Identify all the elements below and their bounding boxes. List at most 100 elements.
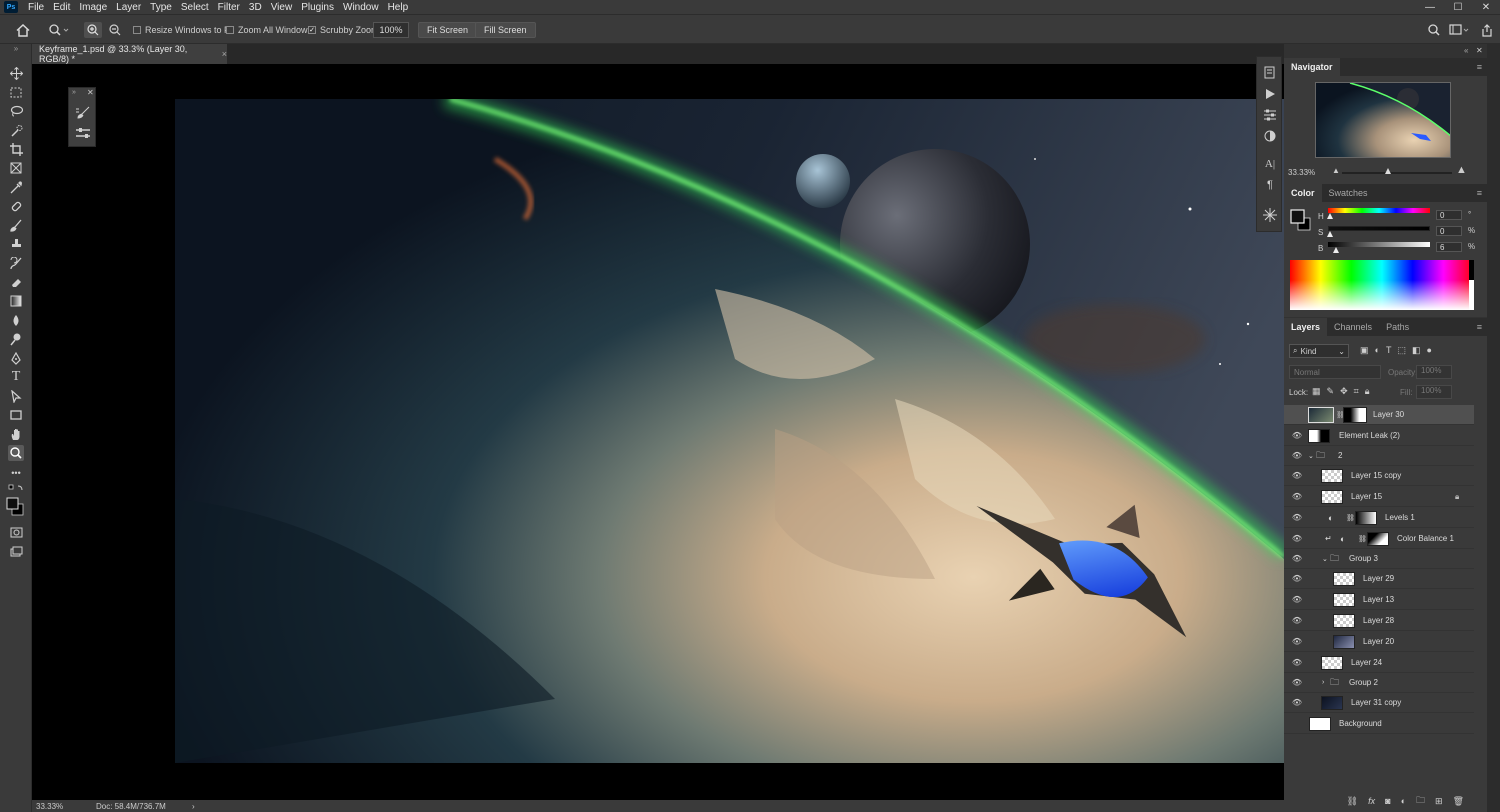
menu-window[interactable]: Window: [343, 2, 379, 13]
collapse-toolbar-icon[interactable]: »: [8, 44, 24, 53]
canvas-area[interactable]: [32, 64, 1284, 800]
filter-type-icon[interactable]: T: [1386, 345, 1392, 356]
lock-all-icon[interactable]: 🔒︎: [1365, 386, 1370, 397]
adjustment-icon[interactable]: ◐: [1401, 796, 1406, 806]
artwork-image[interactable]: [175, 99, 1284, 763]
chevron-right-icon[interactable]: ›: [1322, 679, 1324, 686]
eye-icon[interactable]: 👁︎: [1292, 534, 1302, 544]
eye-icon[interactable]: 👁︎: [1292, 431, 1302, 441]
properties-icon[interactable]: [1262, 107, 1278, 123]
dodge-tool-icon[interactable]: [8, 331, 24, 347]
healing-brush-tool-icon[interactable]: [8, 198, 24, 214]
fill-field[interactable]: 100%: [1416, 385, 1452, 399]
marquee-tool-icon[interactable]: [8, 84, 24, 100]
rectangle-tool-icon[interactable]: [8, 407, 24, 423]
workspace-icon[interactable]: [1448, 22, 1470, 38]
quick-mask-icon[interactable]: [8, 524, 24, 540]
layer-mask-thumbnail[interactable]: [1355, 510, 1377, 525]
layer-row[interactable]: 👁︎ Layer 31 copy: [1284, 693, 1474, 713]
layer-row[interactable]: 👁︎ Layer 15 🔒︎: [1284, 487, 1474, 507]
menu-edit[interactable]: Edit: [53, 2, 70, 13]
quick-selection-tool-icon[interactable]: [8, 122, 24, 138]
eye-icon[interactable]: 👁︎: [1292, 658, 1302, 668]
navigator-menu-icon[interactable]: ≡: [1477, 62, 1482, 72]
layer-row[interactable]: 👁︎ Layer 13: [1284, 590, 1474, 610]
blend-mode-select[interactable]: Normal: [1289, 365, 1381, 379]
move-tool-icon[interactable]: [8, 65, 24, 81]
eye-icon[interactable]: 👁︎: [1292, 513, 1302, 523]
navigator-slider-thumb[interactable]: [1385, 168, 1392, 174]
close-window-button[interactable]: ✕: [1472, 0, 1500, 14]
zoom-all-windows-checkbox[interactable]: Zoom All Windows: [226, 22, 312, 38]
b-value-field[interactable]: 6: [1436, 242, 1462, 252]
layer-name[interactable]: Layer 24: [1351, 658, 1382, 667]
layer-name[interactable]: Layer 29: [1363, 574, 1394, 583]
blur-tool-icon[interactable]: [8, 312, 24, 328]
clone-stamp-tool-icon[interactable]: [8, 236, 24, 252]
eye-icon[interactable]: 👁︎: [1292, 678, 1302, 688]
layer-name[interactable]: Layer 31 copy: [1351, 698, 1401, 707]
close-tab-icon[interactable]: ×: [222, 49, 227, 59]
s-value-field[interactable]: 0: [1436, 226, 1462, 236]
fx-icon[interactable]: fx: [1368, 796, 1375, 806]
eye-icon[interactable]: 👁︎: [1292, 616, 1302, 626]
menu-plugins[interactable]: Plugins: [301, 2, 334, 13]
layer-row[interactable]: 👁︎ ⌄ 🗀 2: [1284, 446, 1474, 466]
pen-tool-icon[interactable]: [8, 350, 24, 366]
hand-tool-icon[interactable]: [8, 426, 24, 442]
adjustments-icon[interactable]: [1262, 128, 1278, 144]
tab-color[interactable]: Color: [1284, 184, 1322, 202]
layer-row[interactable]: 👁︎ Element Leak (2): [1284, 426, 1474, 446]
layer-name[interactable]: Group 2: [1349, 678, 1378, 687]
frame-tool-icon[interactable]: [8, 160, 24, 176]
brightness-slider[interactable]: [1328, 242, 1430, 247]
layer-row[interactable]: 👁︎ ⌄ 🗀 Group 3: [1284, 549, 1474, 569]
type-tool-icon[interactable]: T: [8, 369, 24, 385]
brush-presets-icon[interactable]: [75, 126, 91, 143]
layer-name[interactable]: 2: [1338, 451, 1342, 460]
layer-row[interactable]: 👁︎ Layer 24: [1284, 653, 1474, 673]
layer-row[interactable]: 👁︎ Layer 20: [1284, 632, 1474, 652]
chevron-down-icon[interactable]: ⌄: [1308, 452, 1314, 460]
layer-row[interactable]: 👁︎ Layer 29: [1284, 569, 1474, 589]
menu-help[interactable]: Help: [388, 2, 409, 13]
zoom-percent-field[interactable]: 100%: [373, 22, 409, 38]
minimize-button[interactable]: —: [1416, 0, 1444, 14]
zoom-tool-icon[interactable]: [8, 445, 24, 461]
layer-name[interactable]: Layer 30: [1373, 410, 1404, 419]
close-panel-icon[interactable]: ✕: [87, 88, 94, 97]
color-menu-icon[interactable]: ≡: [1477, 188, 1482, 198]
chevron-down-icon[interactable]: ⌄: [1322, 555, 1328, 563]
layer-name[interactable]: Background: [1339, 719, 1382, 728]
filter-shape-icon[interactable]: ⬚: [1397, 345, 1406, 356]
layers-menu-icon[interactable]: ≡: [1477, 322, 1482, 332]
layer-row[interactable]: 👁︎ › 🗀 Group 2: [1284, 673, 1474, 693]
layer-row[interactable]: 👁︎ ◐ ⛓ Levels 1: [1284, 508, 1474, 528]
saturation-slider[interactable]: [1328, 226, 1430, 231]
resize-windows-checkbox[interactable]: Resize Windows to Fit: [133, 22, 234, 38]
zoom-in-mountain-icon[interactable]: ▲: [1456, 164, 1467, 176]
maximize-button[interactable]: ☐: [1444, 0, 1472, 14]
tab-navigator[interactable]: Navigator: [1284, 58, 1340, 76]
layer-name[interactable]: Layer 15: [1351, 492, 1382, 501]
eye-icon[interactable]: 👁︎: [1292, 574, 1302, 584]
brush-glyph-icon[interactable]: [1262, 207, 1278, 223]
layer-filter-kind-select[interactable]: ⌕ Kind ⌄: [1289, 344, 1349, 358]
navigator-zoom-slider[interactable]: [1342, 168, 1452, 174]
layer-name[interactable]: Layer 20: [1363, 637, 1394, 646]
menu-type[interactable]: Type: [150, 2, 172, 13]
layer-name[interactable]: Color Balance 1: [1397, 534, 1454, 543]
navigator-preview[interactable]: [1315, 82, 1451, 158]
lasso-tool-icon[interactable]: [8, 103, 24, 119]
mask-icon[interactable]: ◙: [1385, 796, 1390, 806]
actions-play-icon[interactable]: [1262, 86, 1278, 102]
layer-name[interactable]: Layer 15 copy: [1351, 471, 1401, 480]
layer-mask-thumbnail[interactable]: [1367, 531, 1389, 546]
tab-paths[interactable]: Paths: [1379, 318, 1416, 336]
history-brush-tool-icon[interactable]: [8, 255, 24, 271]
lock-image-icon[interactable]: ✎: [1327, 386, 1335, 397]
document-tab[interactable]: Keyframe_1.psd @ 33.3% (Layer 30, RGB/8)…: [32, 44, 227, 64]
scrubby-zoom-checkbox[interactable]: ✓ Scrubby Zoom: [308, 22, 379, 38]
eye-icon[interactable]: 👁︎: [1292, 554, 1302, 564]
menu-3d[interactable]: 3D: [249, 2, 262, 13]
